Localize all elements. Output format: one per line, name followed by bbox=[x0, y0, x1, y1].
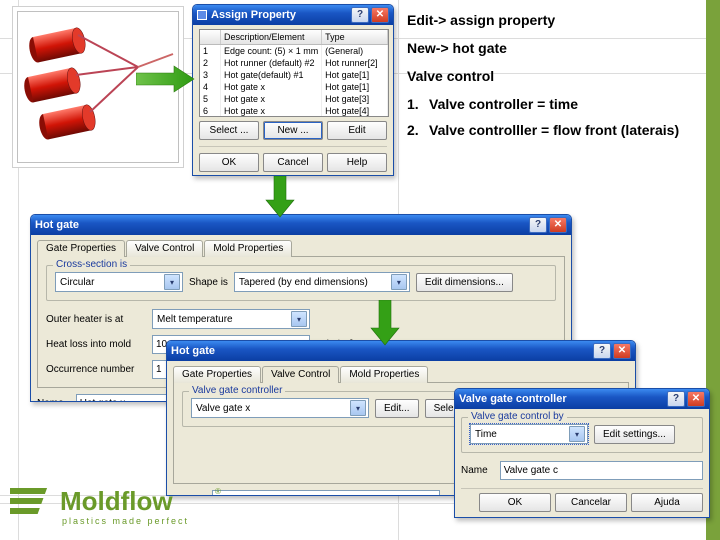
step-new-hotgate: New-> hot gate bbox=[407, 40, 707, 56]
cancel-button[interactable]: Cancelar bbox=[555, 493, 627, 512]
chevron-down-icon: ▾ bbox=[569, 426, 585, 442]
tab-gate-properties[interactable]: Gate Properties bbox=[173, 366, 261, 383]
cross-section-select[interactable]: Circular▾ bbox=[55, 272, 183, 292]
close-button[interactable]: ✕ bbox=[549, 217, 567, 233]
valve-controller-select[interactable]: Valve gate x▾ bbox=[191, 398, 369, 418]
valve-gate-controller-window: Valve gate controller ? ✕ Valve gate con… bbox=[454, 388, 710, 518]
instructions: Edit-> assign property New-> hot gate Va… bbox=[407, 12, 707, 148]
outer-heater-select[interactable]: Melt temperature▾ bbox=[152, 309, 310, 329]
help-button[interactable]: Ajuda bbox=[631, 493, 703, 512]
close-button[interactable]: ✕ bbox=[687, 391, 705, 407]
chevron-down-icon: ▾ bbox=[291, 311, 307, 327]
svg-text:plastics made perfect: plastics made perfect bbox=[62, 516, 189, 526]
table-row[interactable]: 6Hot gate xHot gate[4] bbox=[200, 105, 388, 117]
close-button[interactable]: ✕ bbox=[371, 7, 389, 23]
help-button[interactable]: Help bbox=[327, 153, 387, 172]
table-row[interactable]: 5Hot gate xHot gate[3] bbox=[200, 93, 388, 105]
arrow-to-hotgate bbox=[265, 176, 295, 218]
svg-text:Moldflow: Moldflow bbox=[60, 486, 173, 516]
name-input[interactable]: Valve gate c bbox=[500, 461, 703, 480]
hg2-title: Hot gate bbox=[171, 345, 215, 357]
table-row[interactable]: 2Hot runner (default) #2Hot runner[2] bbox=[200, 57, 388, 69]
assign-title: Assign Property bbox=[211, 9, 296, 21]
group-control-by: Valve gate control by bbox=[468, 411, 567, 422]
step-flowfront: Valve controlller = flow front (laterais… bbox=[429, 122, 679, 138]
arrow-to-assign bbox=[136, 65, 196, 95]
edit-dimensions-button[interactable]: Edit dimensions... bbox=[416, 273, 513, 292]
vgc-title: Valve gate controller bbox=[459, 393, 567, 405]
tab-mold-properties[interactable]: Mold Properties bbox=[340, 366, 428, 383]
edit-button[interactable]: Edit... bbox=[375, 399, 419, 418]
new-button[interactable]: New ... bbox=[263, 121, 323, 140]
edit-button[interactable]: Edit bbox=[327, 121, 387, 140]
assign-property-window: Assign Property ? ✕ Description/Element … bbox=[192, 4, 394, 176]
ok-button[interactable]: OK bbox=[479, 493, 551, 512]
ok-button[interactable]: OK bbox=[199, 153, 259, 172]
tab-mold-properties[interactable]: Mold Properties bbox=[204, 240, 292, 257]
table-row[interactable]: 1Edge count: (5) × 1 mm(General) bbox=[200, 45, 388, 57]
table-row[interactable]: 3Hot gate(default) #1Hot gate[1] bbox=[200, 69, 388, 81]
assign-title-bar[interactable]: Assign Property ? ✕ bbox=[193, 5, 393, 25]
tab-valve-control[interactable]: Valve Control bbox=[262, 366, 339, 383]
step-time: Valve controller = time bbox=[429, 96, 578, 112]
cancel-button[interactable]: Cancel bbox=[263, 153, 323, 172]
hg2-title-bar[interactable]: Hot gate ? ✕ bbox=[167, 341, 635, 361]
hg1-title: Hot gate bbox=[35, 219, 79, 231]
help-button[interactable]: ? bbox=[593, 343, 611, 359]
group-valve-controller: Valve gate controller bbox=[189, 385, 285, 396]
chevron-down-icon: ▾ bbox=[391, 274, 407, 290]
window-icon bbox=[197, 10, 207, 20]
close-button[interactable]: ✕ bbox=[613, 343, 631, 359]
col-index bbox=[200, 30, 221, 44]
table-row[interactable]: 4Hot gate xHot gate[1] bbox=[200, 81, 388, 93]
col-type[interactable]: Type bbox=[322, 30, 388, 44]
name-input[interactable]: Hot gate x bbox=[212, 490, 440, 495]
shape-select[interactable]: Tapered (by end dimensions)▾ bbox=[234, 272, 410, 292]
arrow-to-valvecontrol bbox=[370, 300, 400, 346]
help-button[interactable]: ? bbox=[529, 217, 547, 233]
tab-gate-properties[interactable]: Gate Properties bbox=[37, 240, 125, 257]
step-valve-control: Valve control bbox=[407, 68, 707, 84]
help-button[interactable]: ? bbox=[351, 7, 369, 23]
col-description[interactable]: Description/Element bbox=[221, 30, 322, 44]
help-button[interactable]: ? bbox=[667, 391, 685, 407]
chevron-down-icon: ▾ bbox=[350, 400, 366, 416]
assign-table[interactable]: Description/Element Type 1Edge count: (5… bbox=[199, 29, 389, 117]
moldflow-logo: Moldflow plastics made perfect ® bbox=[10, 480, 240, 540]
step-edit-assign: Edit-> assign property bbox=[407, 12, 707, 28]
svg-text:®: ® bbox=[215, 487, 221, 496]
tab-valve-control[interactable]: Valve Control bbox=[126, 240, 203, 257]
hg1-title-bar[interactable]: Hot gate ? ✕ bbox=[31, 215, 571, 235]
vgc-title-bar[interactable]: Valve gate controller ? ✕ bbox=[455, 389, 709, 409]
control-by-select[interactable]: Time▾ bbox=[470, 424, 588, 444]
select-button[interactable]: Select ... bbox=[199, 121, 259, 140]
group-cross-section: Cross-section is bbox=[53, 259, 130, 270]
chevron-down-icon: ▾ bbox=[164, 274, 180, 290]
edit-settings-button[interactable]: Edit settings... bbox=[594, 425, 675, 444]
